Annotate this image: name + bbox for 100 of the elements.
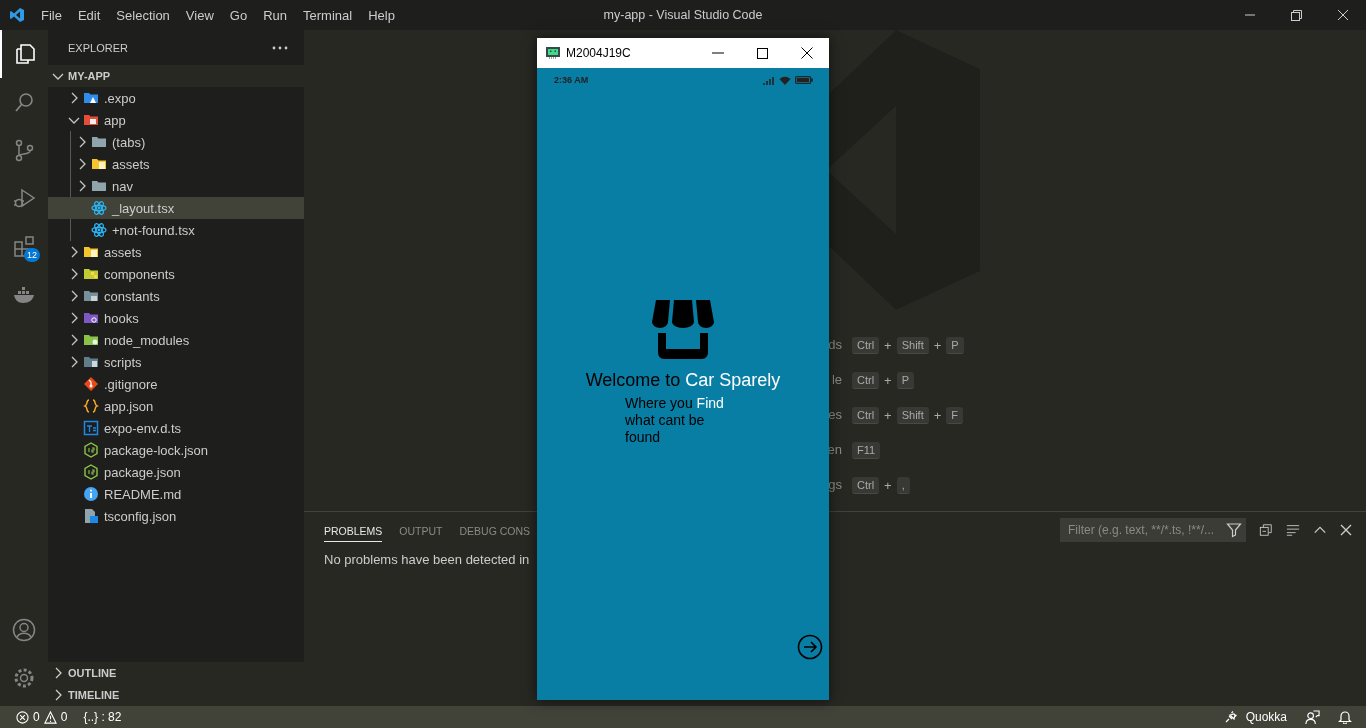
menu-item[interactable]: Selection (108, 7, 178, 23)
quokka-status[interactable]: Quokka (1245, 710, 1287, 724)
menu-item[interactable]: Go (221, 7, 256, 23)
battery-icon (795, 76, 813, 84)
tree-item[interactable]: expo-env.d.ts (48, 417, 304, 439)
menu-item[interactable]: File (33, 7, 70, 23)
folder-icon (83, 288, 99, 304)
tree-item[interactable]: package.json (48, 461, 304, 483)
status-message: No problems have been detected in (324, 552, 531, 567)
tree-item[interactable]: _layout.tsx (48, 197, 304, 219)
more-icon[interactable] (272, 45, 288, 50)
tree-item[interactable]: .gitignore (48, 373, 304, 395)
android-icon (546, 46, 560, 60)
project-name[interactable]: MY-APP (68, 70, 111, 82)
hexagon-icon (83, 442, 99, 458)
close-icon[interactable] (801, 47, 813, 59)
key-cap: Ctrl (852, 476, 880, 494)
folder-icon (91, 134, 107, 150)
git-icon (83, 376, 99, 392)
count-badge: 12 (24, 248, 40, 262)
filter-field[interactable]: Filter (e.g. text, **/*.ts, !**/... (1060, 518, 1246, 542)
tagline-text: Where you Find what cant be found (625, 395, 725, 446)
plus-sign: + (884, 372, 892, 388)
tree-item[interactable]: +not-found.tsx (48, 219, 304, 241)
menu-item[interactable]: Help (360, 7, 403, 23)
menu-item[interactable]: Edit (69, 7, 109, 23)
shortcut-label: es (827, 406, 842, 424)
plus-sign: + (933, 337, 942, 353)
restore-icon[interactable] (1291, 9, 1302, 21)
extensions-icon[interactable] (12, 234, 36, 258)
tree-item[interactable]: scripts (48, 351, 304, 373)
panel-tab[interactable]: PROBLEMS (324, 518, 383, 542)
bracket-count[interactable]: {..} : 82 (83, 710, 122, 724)
menu-item[interactable]: Terminal (295, 7, 361, 23)
key-cap: F11 (852, 441, 881, 459)
settings-icon[interactable] (12, 666, 36, 690)
tree-item[interactable]: assets (48, 153, 304, 175)
atom-icon (91, 222, 107, 238)
tree-item[interactable]: app.json (48, 395, 304, 417)
key-cap: Shift (896, 336, 929, 354)
tree-item[interactable]: app (48, 109, 304, 131)
clock-text: 2:36 AM (554, 75, 589, 85)
search-icon[interactable] (12, 90, 36, 114)
folder-icon (83, 266, 99, 282)
braces-icon (83, 398, 99, 414)
tree-item[interactable]: package-lock.json (48, 439, 304, 461)
key-cap: F (946, 406, 964, 424)
hexagon-icon (83, 464, 99, 480)
feedback-icon[interactable] (1305, 709, 1320, 725)
maximize-icon[interactable] (757, 47, 768, 59)
filter-icon[interactable] (1226, 522, 1242, 538)
tree-item[interactable]: hooks (48, 307, 304, 329)
bell-icon[interactable] (1338, 710, 1352, 724)
plus-sign: + (884, 477, 892, 493)
key-cap: Shift (896, 406, 929, 424)
account-icon[interactable] (12, 618, 36, 642)
arrow-right-icon[interactable] (797, 634, 823, 660)
tree-item[interactable]: (tabs) (48, 131, 304, 153)
tree-item[interactable]: README.md (48, 483, 304, 505)
folder-icon (83, 112, 99, 128)
vscode-logo-icon (9, 7, 25, 23)
plug-icon[interactable] (1223, 710, 1238, 724)
error-icon[interactable] (16, 710, 29, 724)
tree-item[interactable]: .expo (48, 87, 304, 109)
section-header[interactable]: TIMELINE (68, 689, 120, 701)
panel-tab[interactable]: OUTPUT (399, 518, 443, 542)
window-title: my-app - Visual Studio Code (603, 8, 763, 22)
folder-icon (91, 156, 107, 172)
panel-title: EXPLORER (68, 41, 128, 54)
run-debug-icon[interactable] (12, 186, 36, 210)
tree-item[interactable]: nav (48, 175, 304, 197)
key-cap: P (946, 336, 964, 354)
key-cap: P (896, 371, 915, 389)
list-icon[interactable] (1286, 523, 1300, 537)
warning-icon[interactable] (43, 710, 57, 724)
config-file-icon (83, 508, 99, 524)
shortcut-label: le (830, 371, 842, 389)
folder-icon (83, 354, 99, 370)
panel-tab[interactable]: DEBUG CONS (459, 518, 531, 542)
tree-item[interactable]: assets (48, 241, 304, 263)
window-title: M2004J19C (566, 46, 631, 60)
folder-icon (91, 178, 107, 194)
shortcut-label: ds (827, 336, 842, 354)
tree-item[interactable]: tsconfig.json (48, 505, 304, 527)
warning-count[interactable]: 0 (60, 710, 68, 724)
menu-item[interactable]: Run (255, 7, 295, 23)
wifi-icon (779, 75, 791, 85)
tree-item[interactable]: node_modules (48, 329, 304, 351)
plus-sign: + (933, 407, 942, 423)
menu-item[interactable]: View (177, 7, 222, 23)
tree-item[interactable]: components (48, 263, 304, 285)
error-count[interactable]: 0 (33, 710, 40, 724)
tree-item[interactable]: constants (48, 285, 304, 307)
section-header[interactable]: OUTLINE (68, 667, 117, 679)
typescript-file-icon (83, 420, 99, 436)
atom-icon (91, 200, 107, 216)
collapse-all-icon[interactable] (1259, 523, 1273, 537)
folder-icon (83, 310, 99, 326)
key-cap: Ctrl (852, 371, 880, 389)
signal-icon (763, 75, 775, 85)
